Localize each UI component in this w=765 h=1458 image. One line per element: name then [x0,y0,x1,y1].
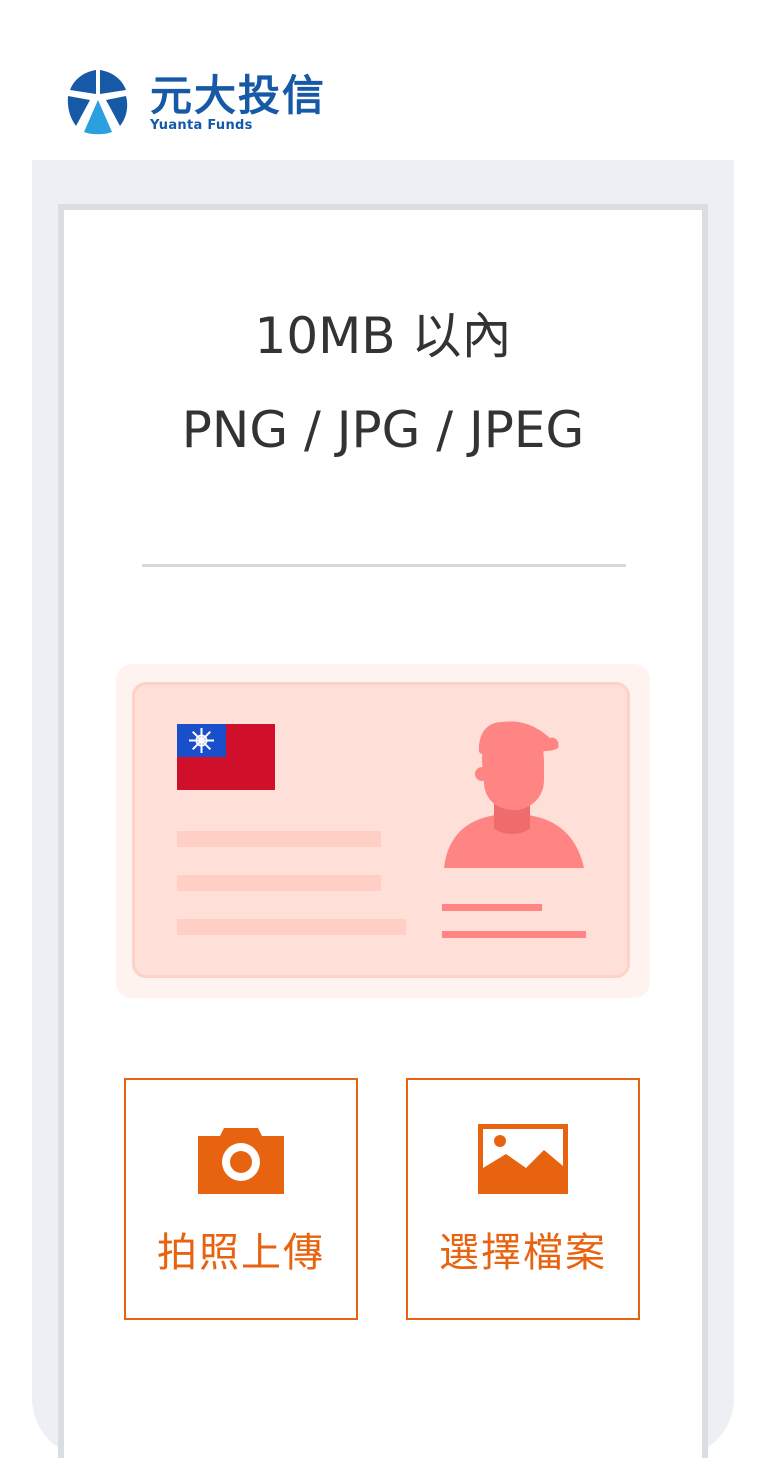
header: 元大投信 Yuanta Funds [0,0,765,160]
taiwan-flag-icon [177,724,275,790]
take-photo-label: 拍照上傳 [157,1230,325,1276]
placeholder-line [177,831,381,847]
camera-icon [198,1128,284,1194]
divider [142,564,626,567]
size-limit-text: 10MB 以內 [254,307,512,365]
brand-logo: 元大投信 Yuanta Funds [66,70,326,136]
placeholder-line [177,919,406,935]
yuanta-logo-icon [67,70,128,135]
brand-name-cn: 元大投信 [150,70,327,120]
placeholder-line [442,904,542,911]
take-photo-button[interactable]: 拍照上傳 [124,1078,358,1320]
brand-name-en: Yuanta Funds [150,117,253,133]
person-avatar-icon [444,721,584,868]
choose-file-button[interactable]: 選擇檔案 [406,1078,640,1320]
choose-file-label: 選擇檔案 [439,1230,607,1276]
placeholder-line [442,931,586,938]
file-types-text: PNG / JPG / JPEG [181,401,585,459]
image-icon [478,1124,568,1194]
upload-panel: 10MB 以內 PNG / JPG / JPEG 拍照上傳 選擇檔案 [64,210,702,1458]
id-card-icon [132,682,630,978]
placeholder-line [177,875,381,891]
id-card-illustration [116,664,650,998]
